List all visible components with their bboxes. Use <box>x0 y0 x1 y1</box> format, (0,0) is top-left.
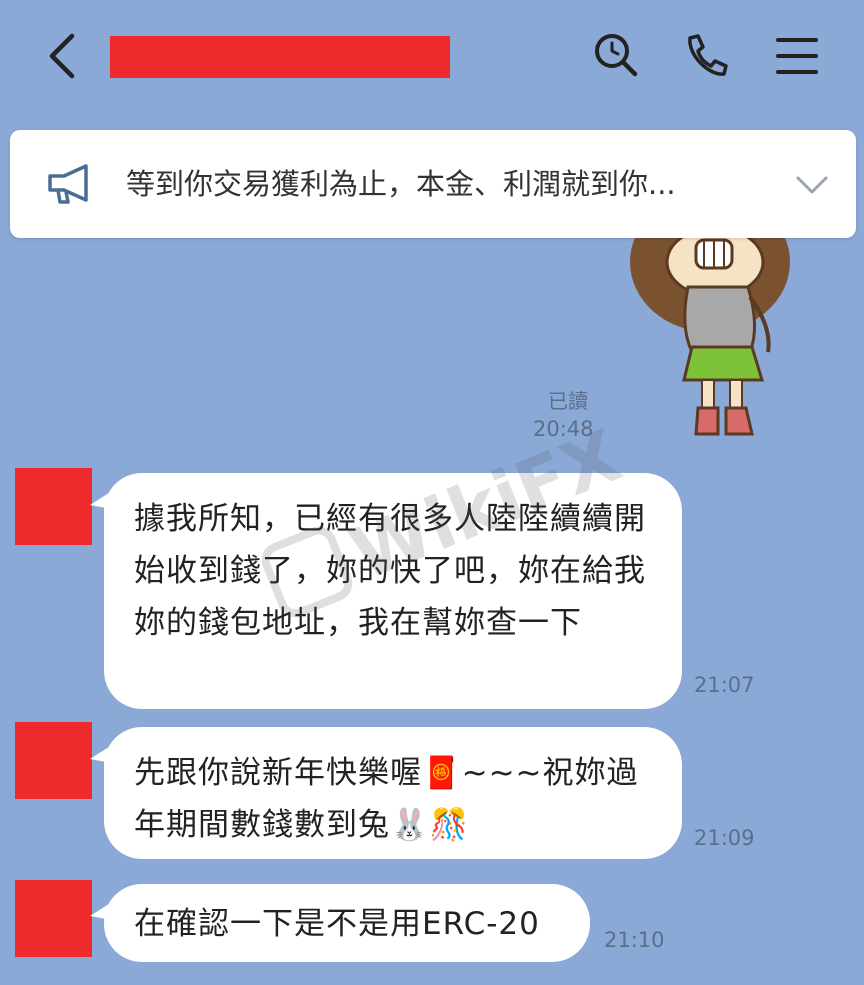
message-bubble[interactable]: 在確認一下是不是用ERC-20 <box>90 884 590 962</box>
avatar-redacted[interactable] <box>15 468 92 545</box>
search-button[interactable] <box>590 30 642 82</box>
phone-icon <box>688 34 728 76</box>
message-time: 21:07 <box>694 673 755 697</box>
message-bubble[interactable]: 據我所知，已經有很多人陸陸續續開始收到錢了，妳的快了吧，妳在給我妳的錢包地址，我… <box>90 473 682 709</box>
avatar-redacted[interactable] <box>15 722 92 799</box>
message-text: 在確認一下是不是用ERC-20 <box>134 906 540 942</box>
chat-header <box>0 0 864 112</box>
read-receipt: 已讀 <box>548 389 588 413</box>
chevron-down-icon[interactable] <box>792 166 832 202</box>
avatar-redacted[interactable] <box>15 880 92 957</box>
message-text: 據我所知，已經有很多人陸陸續續開始收到錢了，妳的快了吧，妳在給我妳的錢包地址，我… <box>134 501 646 641</box>
pinned-announcement[interactable]: 等到你交易獲利為止，本金、利潤就到你... <box>10 130 856 238</box>
message-time: 21:10 <box>604 928 665 952</box>
search-icon <box>595 34 638 77</box>
call-button[interactable] <box>680 30 732 82</box>
message-time: 20:48 <box>533 417 594 441</box>
menu-button[interactable] <box>772 30 824 82</box>
contact-name-redacted <box>110 36 450 78</box>
message-time: 21:09 <box>694 826 755 850</box>
bubble-tail <box>90 745 112 763</box>
back-button[interactable] <box>40 28 90 84</box>
chevron-left-icon <box>49 33 75 79</box>
menu-icon <box>776 38 818 74</box>
message-text: 先跟你說新年快樂喔🧧~~~祝妳過年期間數錢數到兔🐰🎊 <box>134 755 639 843</box>
bubble-tail <box>90 902 112 920</box>
megaphone-icon <box>48 164 88 204</box>
message-bubble[interactable]: 先跟你說新年快樂喔🧧~~~祝妳過年期間數錢數到兔🐰🎊 <box>90 727 682 859</box>
announcement-text: 等到你交易獲利為止，本金、利潤就到你... <box>126 167 676 201</box>
bubble-tail <box>90 491 112 509</box>
